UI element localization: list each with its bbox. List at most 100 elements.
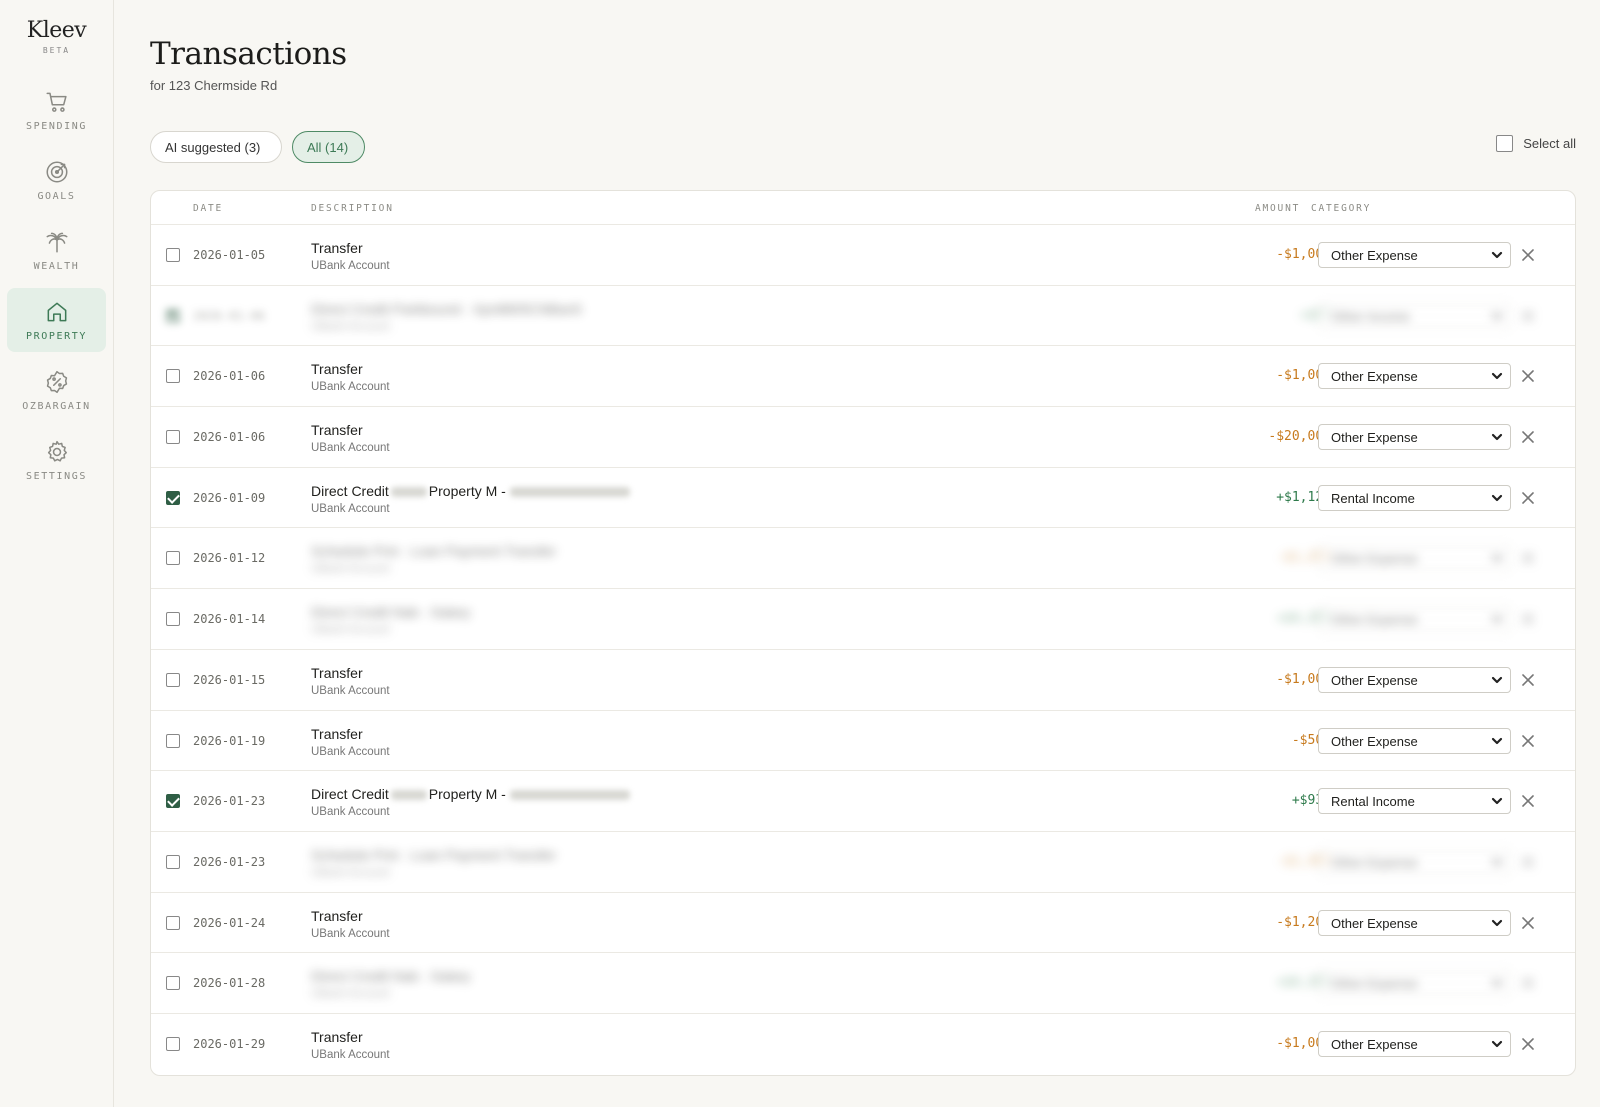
page-title: Transactions [150, 36, 347, 72]
description-mid: Property M - [428, 786, 506, 803]
description-text: Transfer [311, 361, 363, 378]
close-icon[interactable] [1519, 307, 1537, 325]
description-text: Schedule Pmt - Loan Payment Transfer [311, 846, 557, 863]
category-select[interactable]: Other Expense [1318, 424, 1511, 451]
close-icon[interactable] [1519, 428, 1537, 446]
row-checkbox[interactable] [166, 369, 180, 384]
description-main: Direct Credit Property M - [311, 483, 630, 499]
row-checkbox[interactable] [166, 612, 180, 627]
sidebar-item-settings[interactable]: SETTINGS [7, 428, 106, 492]
select-all[interactable]: Select all [1496, 135, 1576, 152]
account-name: UBank Account [311, 988, 390, 1001]
sidebar-item-wealth[interactable]: WEALTH [7, 218, 106, 282]
description-text: Direct Credit Nab - Salary [311, 604, 471, 621]
category-select[interactable]: Other Expense [1318, 970, 1511, 997]
category-select[interactable]: Other Expense [1318, 545, 1511, 572]
close-icon[interactable] [1519, 914, 1537, 932]
row-checkbox[interactable] [166, 490, 180, 505]
transaction-description: Transfer UBank Account [311, 422, 390, 454]
palm-tree-icon [45, 232, 68, 253]
transaction-date: 2026-01-06 [193, 308, 266, 323]
table-row: 2026-01-23 Schedule Pmt - Loan Payment Tr… [151, 832, 1575, 893]
select-all-checkbox[interactable] [1496, 135, 1514, 152]
close-icon[interactable] [1519, 853, 1537, 871]
app-logo: Kleev [26, 18, 87, 43]
description-text: Transfer [311, 907, 363, 924]
category-value: Rental Income [1331, 794, 1415, 810]
description-text: Transfer [311, 1028, 363, 1045]
transaction-description: Schedule Pmt - Loan Payment Transfer UBan… [311, 543, 556, 575]
row-checkbox[interactable] [166, 430, 180, 445]
transaction-description: Direct Credit Property M - UBank Account [311, 483, 630, 515]
row-checkbox[interactable] [166, 1036, 180, 1051]
sidebar-item-goals[interactable]: GOALS [7, 148, 106, 212]
redacted-text [509, 790, 630, 801]
close-icon[interactable] [1519, 246, 1537, 264]
redacted-text [509, 487, 630, 498]
chevron-down-icon [1490, 248, 1504, 262]
close-icon[interactable] [1519, 367, 1537, 385]
category-select[interactable]: Other Expense [1318, 606, 1511, 633]
category-value: Other Expense [1331, 976, 1418, 992]
category-select[interactable]: Other Expense [1318, 242, 1511, 268]
chevron-down-icon [1490, 309, 1504, 323]
category-value: Other Expense [1331, 612, 1418, 628]
close-icon[interactable] [1519, 732, 1537, 750]
category-select[interactable]: Other Expense [1318, 666, 1511, 693]
description-main: Direct Credit Parkbound - Xpn8805CNBan5 [311, 301, 582, 317]
account-name: UBank Account [311, 260, 390, 272]
sidebar-nav: SPENDING GOALS WEALTH PROPERTY OZBARGAIN… [0, 78, 113, 492]
account-name: UBank Account [311, 442, 390, 455]
transaction-date: 2026-01-29 [193, 1036, 266, 1051]
close-icon[interactable] [1519, 610, 1537, 628]
category-select[interactable]: Other Expense [1318, 363, 1511, 390]
sidebar-item-property[interactable]: PROPERTY [7, 288, 106, 352]
transaction-date: 2026-01-05 [193, 248, 266, 262]
target-icon [45, 160, 68, 183]
sidebar-item-ozbargain[interactable]: OZBARGAIN [7, 358, 106, 422]
close-icon[interactable] [1519, 671, 1537, 689]
description-main: Transfer [311, 908, 390, 924]
sidebar-item-label: WEALTH [33, 260, 80, 272]
transaction-date: 2026-01-15 [193, 672, 266, 687]
column-header-description: DESCRIPTION [311, 203, 394, 214]
category-select[interactable]: Other Expense [1318, 848, 1511, 875]
row-checkbox[interactable] [166, 915, 180, 930]
transaction-date: 2026-01-23 [193, 854, 266, 869]
category-select[interactable]: Other Income [1318, 302, 1511, 329]
transaction-date: 2026-01-09 [193, 490, 266, 505]
filter-all[interactable]: All (14) [292, 131, 365, 163]
filter-ai-suggested[interactable]: AI suggested (3) [150, 131, 282, 163]
chevron-down-icon [1490, 855, 1504, 869]
row-checkbox[interactable] [166, 976, 180, 991]
category-value: Other Expense [1331, 733, 1418, 749]
home-icon [47, 302, 66, 321]
sidebar-item-spending[interactable]: SPENDING [7, 78, 106, 142]
row-checkbox[interactable] [166, 551, 180, 566]
category-select[interactable]: Rental Income [1318, 484, 1511, 511]
row-checkbox[interactable] [166, 672, 180, 687]
page-subtitle: for 123 Chermside Rd [150, 78, 278, 93]
category-select[interactable]: Other Expense [1318, 909, 1511, 936]
row-checkbox[interactable] [166, 308, 180, 323]
row-checkbox[interactable] [166, 854, 180, 869]
account-name: UBank Account [311, 684, 390, 697]
close-icon[interactable] [1519, 792, 1537, 810]
close-icon[interactable] [1519, 1035, 1537, 1053]
category-select[interactable]: Other Expense [1318, 1030, 1511, 1057]
description-prefix: Direct Credit [311, 786, 389, 803]
close-icon[interactable] [1519, 489, 1537, 507]
account-name: UBank Account [311, 1048, 390, 1061]
close-icon[interactable] [1519, 974, 1537, 992]
description-main: Transfer [311, 1029, 390, 1045]
row-checkbox[interactable] [166, 733, 180, 748]
category-select[interactable]: Other Expense [1318, 727, 1511, 754]
brand[interactable]: Kleev BETA [0, 0, 113, 78]
select-all-label: Select all [1523, 136, 1576, 151]
close-icon[interactable] [1519, 549, 1537, 567]
row-checkbox[interactable] [166, 248, 180, 262]
category-select[interactable]: Rental Income [1318, 788, 1511, 815]
row-checkbox[interactable] [166, 794, 180, 809]
description-prefix: Direct Credit [311, 482, 389, 499]
description-main: Transfer [311, 422, 390, 438]
